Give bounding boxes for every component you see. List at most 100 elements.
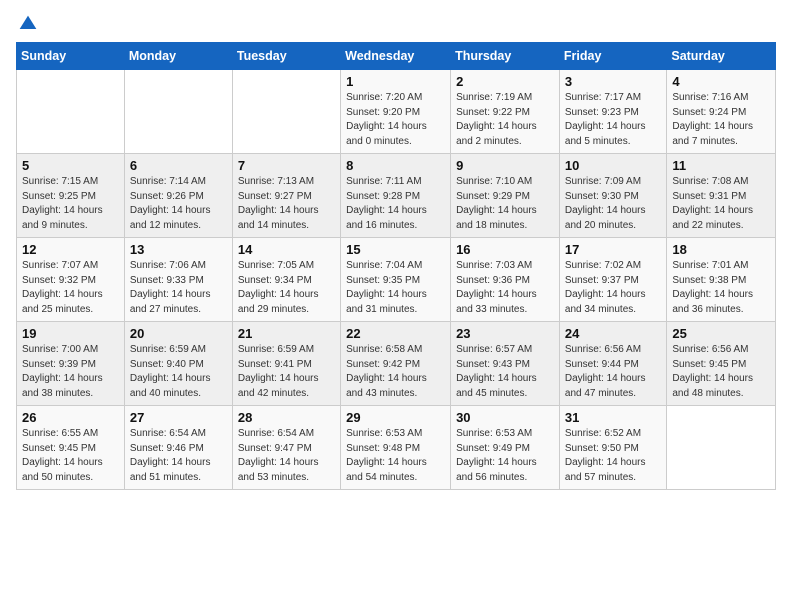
day-number: 26 (22, 410, 119, 425)
calendar-cell: 18Sunrise: 7:01 AMSunset: 9:38 PMDayligh… (667, 238, 776, 322)
calendar-cell: 5 Sunrise: 7:15 AMSunset: 9:25 PMDaylight… (17, 154, 125, 238)
calendar-cell: 26 Sunrise: 6:55 AMSunset: 9:45 PMDayligh… (17, 406, 125, 490)
day-info: Sunrise: 6:54 AMSunset: 9:47 PMDaylight:… (238, 427, 335, 485)
calendar-cell: 10Sunrise: 7:09 AMSunset: 9:30 PMDayligh… (559, 154, 666, 238)
calendar-header: SundayMondayTuesdayWednesdayThursdayFrid… (17, 43, 776, 70)
day-info: Sunrise: 7:06 AMSunset: 9:33 PMDaylight:… (130, 259, 227, 317)
day-info: Sunrise: 7:01 AMSunset: 9:38 PMDaylight:… (672, 259, 770, 317)
calendar-cell: 4 Sunrise: 7:16 AMSunset: 9:24 PMDaylight… (667, 70, 776, 154)
day-number: 29 (346, 410, 445, 425)
calendar-cell: 19 Sunrise: 7:00 AMSunset: 9:39 PMDayligh… (17, 322, 125, 406)
calendar-cell: 17 Sunrise: 7:02 AMSunset: 9:37 PMDayligh… (559, 238, 666, 322)
day-info: Sunrise: 6:57 AMSunset: 9:43 PMDaylight:… (456, 343, 554, 401)
calendar-cell: 24 Sunrise: 6:56 AMSunset: 9:44 PMDayligh… (559, 322, 666, 406)
day-info: Sunrise: 7:11 AMSunset: 9:28 PMDaylight:… (346, 175, 445, 233)
day-number: 11 (672, 158, 770, 173)
day-header-monday: Monday (124, 43, 232, 70)
day-number: 31 (565, 410, 661, 425)
calendar-cell: 15 Sunrise: 7:04 AMSunset: 9:35 PMDayligh… (341, 238, 451, 322)
day-number: 14 (238, 242, 335, 257)
day-info: Sunrise: 7:03 AMSunset: 9:36 PMDaylight:… (456, 259, 554, 317)
day-header-friday: Friday (559, 43, 666, 70)
calendar-week-3: 12 Sunrise: 7:07 AMSunset: 9:32 PMDayligh… (17, 238, 776, 322)
calendar-week-4: 19 Sunrise: 7:00 AMSunset: 9:39 PMDayligh… (17, 322, 776, 406)
day-info: Sunrise: 6:53 AMSunset: 9:48 PMDaylight:… (346, 427, 445, 485)
calendar-cell: 3Sunrise: 7:17 AMSunset: 9:23 PMDaylight… (559, 70, 666, 154)
day-info: Sunrise: 7:20 AMSunset: 9:20 PMDaylight:… (346, 91, 445, 149)
logo (16, 10, 38, 34)
day-info: Sunrise: 6:59 AMSunset: 9:41 PMDaylight:… (238, 343, 335, 401)
calendar-cell (667, 406, 776, 490)
calendar-cell: 13 Sunrise: 7:06 AMSunset: 9:33 PMDayligh… (124, 238, 232, 322)
calendar-cell: 14 Sunrise: 7:05 AMSunset: 9:34 PMDayligh… (232, 238, 340, 322)
day-number: 17 (565, 242, 661, 257)
day-info: Sunrise: 7:16 AMSunset: 9:24 PMDaylight:… (672, 91, 770, 149)
day-number: 27 (130, 410, 227, 425)
header (16, 10, 776, 34)
day-info: Sunrise: 7:04 AMSunset: 9:35 PMDaylight:… (346, 259, 445, 317)
day-number: 25 (672, 326, 770, 341)
day-number: 12 (22, 242, 119, 257)
day-info: Sunrise: 7:19 AMSunset: 9:22 PMDaylight:… (456, 91, 554, 149)
calendar-cell: 27 Sunrise: 6:54 AMSunset: 9:46 PMDayligh… (124, 406, 232, 490)
day-info: Sunrise: 7:02 AMSunset: 9:37 PMDaylight:… (565, 259, 661, 317)
day-number: 1 (346, 74, 445, 89)
calendar-cell: 28Sunrise: 6:54 AMSunset: 9:47 PMDayligh… (232, 406, 340, 490)
calendar-cell (17, 70, 125, 154)
calendar-cell (124, 70, 232, 154)
day-info: Sunrise: 7:10 AMSunset: 9:29 PMDaylight:… (456, 175, 554, 233)
day-number: 8 (346, 158, 445, 173)
day-info: Sunrise: 7:05 AMSunset: 9:34 PMDaylight:… (238, 259, 335, 317)
day-info: Sunrise: 6:58 AMSunset: 9:42 PMDaylight:… (346, 343, 445, 401)
calendar-cell: 6Sunrise: 7:14 AMSunset: 9:26 PMDaylight… (124, 154, 232, 238)
day-header-saturday: Saturday (667, 43, 776, 70)
day-number: 23 (456, 326, 554, 341)
day-number: 7 (238, 158, 335, 173)
calendar-cell (232, 70, 340, 154)
day-info: Sunrise: 6:52 AMSunset: 9:50 PMDaylight:… (565, 427, 661, 485)
day-number: 13 (130, 242, 227, 257)
day-number: 4 (672, 74, 770, 89)
calendar-cell: 20Sunrise: 6:59 AMSunset: 9:40 PMDayligh… (124, 322, 232, 406)
day-header-sunday: Sunday (17, 43, 125, 70)
calendar-cell: 16 Sunrise: 7:03 AMSunset: 9:36 PMDayligh… (451, 238, 560, 322)
day-number: 9 (456, 158, 554, 173)
calendar-cell: 25 Sunrise: 6:56 AMSunset: 9:45 PMDayligh… (667, 322, 776, 406)
day-info: Sunrise: 6:54 AMSunset: 9:46 PMDaylight:… (130, 427, 227, 485)
calendar-cell: 8 Sunrise: 7:11 AMSunset: 9:28 PMDaylight… (341, 154, 451, 238)
day-info: Sunrise: 7:17 AMSunset: 9:23 PMDaylight:… (565, 91, 661, 149)
day-info: Sunrise: 6:53 AMSunset: 9:49 PMDaylight:… (456, 427, 554, 485)
day-info: Sunrise: 7:15 AMSunset: 9:25 PMDaylight:… (22, 175, 119, 233)
calendar-cell: 31 Sunrise: 6:52 AMSunset: 9:50 PMDayligh… (559, 406, 666, 490)
calendar-cell: 7Sunrise: 7:13 AMSunset: 9:27 PMDaylight… (232, 154, 340, 238)
calendar-body: 1 Sunrise: 7:20 AMSunset: 9:20 PMDaylight… (17, 70, 776, 490)
day-number: 16 (456, 242, 554, 257)
calendar-cell: 12 Sunrise: 7:07 AMSunset: 9:32 PMDayligh… (17, 238, 125, 322)
day-number: 30 (456, 410, 554, 425)
header-row: SundayMondayTuesdayWednesdayThursdayFrid… (17, 43, 776, 70)
day-number: 21 (238, 326, 335, 341)
calendar-table: SundayMondayTuesdayWednesdayThursdayFrid… (16, 42, 776, 490)
day-info: Sunrise: 6:55 AMSunset: 9:45 PMDaylight:… (22, 427, 119, 485)
day-number: 19 (22, 326, 119, 341)
calendar-cell: 21 Sunrise: 6:59 AMSunset: 9:41 PMDayligh… (232, 322, 340, 406)
day-number: 2 (456, 74, 554, 89)
day-info: Sunrise: 6:56 AMSunset: 9:44 PMDaylight:… (565, 343, 661, 401)
day-number: 15 (346, 242, 445, 257)
day-number: 24 (565, 326, 661, 341)
calendar-cell: 9 Sunrise: 7:10 AMSunset: 9:29 PMDaylight… (451, 154, 560, 238)
day-number: 10 (565, 158, 661, 173)
day-info: Sunrise: 7:00 AMSunset: 9:39 PMDaylight:… (22, 343, 119, 401)
day-info: Sunrise: 7:07 AMSunset: 9:32 PMDaylight:… (22, 259, 119, 317)
logo-icon (18, 14, 38, 34)
calendar-week-2: 5 Sunrise: 7:15 AMSunset: 9:25 PMDaylight… (17, 154, 776, 238)
day-info: Sunrise: 7:14 AMSunset: 9:26 PMDaylight:… (130, 175, 227, 233)
day-number: 22 (346, 326, 445, 341)
day-number: 5 (22, 158, 119, 173)
calendar-cell: 23 Sunrise: 6:57 AMSunset: 9:43 PMDayligh… (451, 322, 560, 406)
calendar-cell: 30 Sunrise: 6:53 AMSunset: 9:49 PMDayligh… (451, 406, 560, 490)
day-info: Sunrise: 6:56 AMSunset: 9:45 PMDaylight:… (672, 343, 770, 401)
calendar-cell: 1 Sunrise: 7:20 AMSunset: 9:20 PMDaylight… (341, 70, 451, 154)
calendar-cell: 2 Sunrise: 7:19 AMSunset: 9:22 PMDaylight… (451, 70, 560, 154)
calendar-cell: 22 Sunrise: 6:58 AMSunset: 9:42 PMDayligh… (341, 322, 451, 406)
